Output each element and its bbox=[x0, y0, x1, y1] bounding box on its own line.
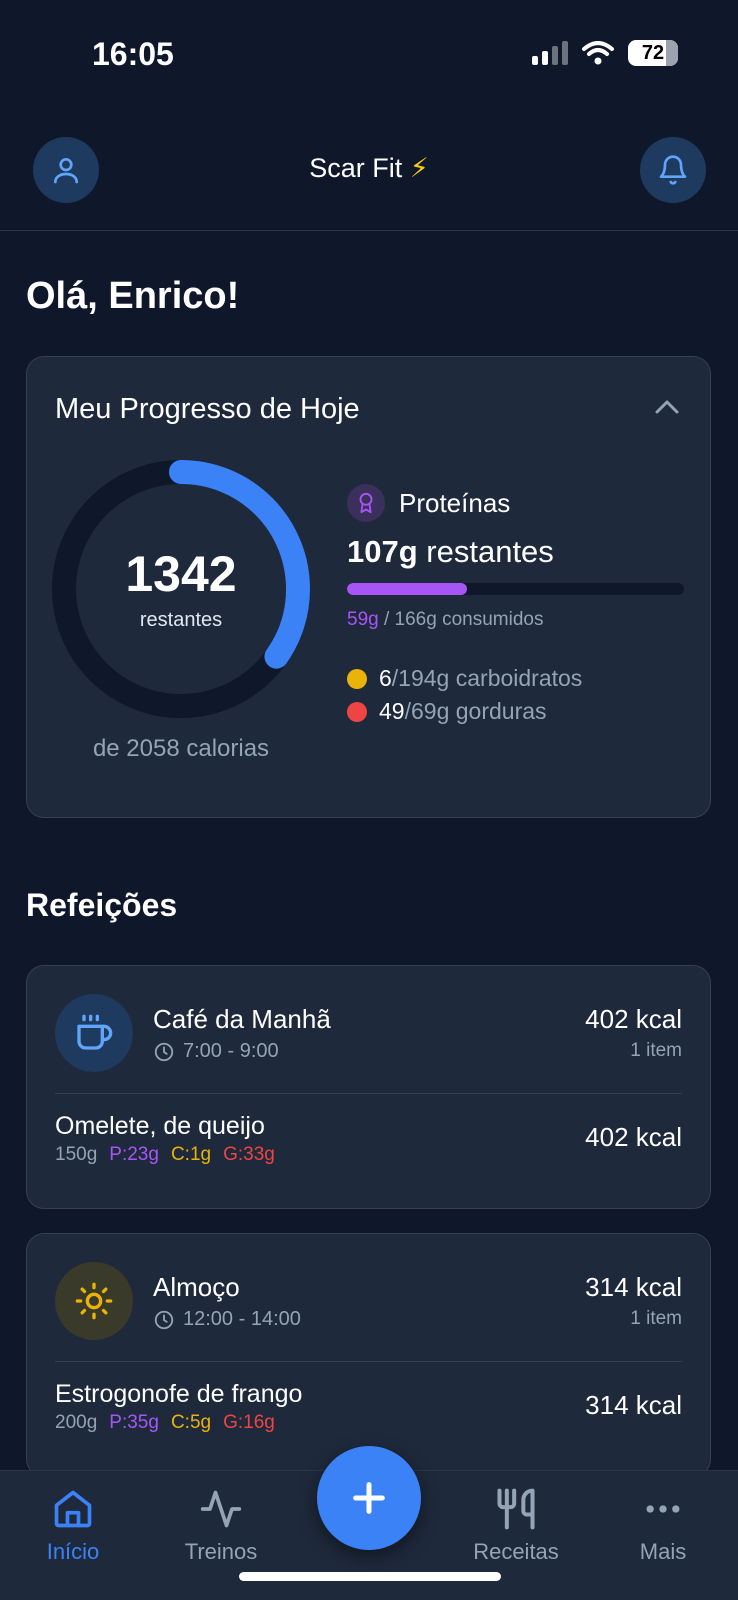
greeting: Olá, Enrico! bbox=[26, 275, 240, 317]
calorie-ring: 1342 restantes bbox=[49, 457, 313, 721]
meal-card-lunch[interactable]: Almoço 12:00 - 14:00 314 kcal 1 item Est… bbox=[26, 1233, 711, 1477]
nav-item-treinos[interactable]: Treinos bbox=[161, 1487, 281, 1565]
food-kcal: 402 kcal bbox=[585, 1122, 682, 1152]
divider bbox=[55, 1093, 682, 1094]
meal-card-breakfast[interactable]: Café da Manhã 7:00 - 9:00 402 kcal 1 ite… bbox=[26, 965, 711, 1209]
clock-icon bbox=[154, 1310, 174, 1329]
signal-icon bbox=[532, 41, 568, 65]
coffee-icon bbox=[55, 994, 133, 1072]
meal-name: Almoço bbox=[153, 1272, 240, 1302]
nav-item-mais[interactable]: Mais bbox=[603, 1487, 723, 1565]
fats-dot bbox=[347, 701, 367, 722]
carbs-row: 6/194g carboidratos bbox=[347, 665, 582, 692]
meal-time: 7:00 - 9:00 bbox=[153, 1040, 279, 1063]
notifications-button[interactable] bbox=[640, 137, 706, 203]
meal-kcal: 402 kcal bbox=[585, 1004, 682, 1034]
plus-icon bbox=[353, 1482, 385, 1514]
nav-item-receitas[interactable]: Receitas bbox=[456, 1487, 576, 1565]
status-icons: 72 bbox=[532, 40, 678, 66]
food-name[interactable]: Omelete, de queijo bbox=[55, 1112, 265, 1141]
progress-card: Meu Progresso de Hoje 1342 restantes de … bbox=[26, 356, 711, 818]
sun-icon bbox=[55, 1262, 133, 1340]
bell-icon bbox=[659, 155, 687, 185]
home-indicator[interactable] bbox=[239, 1572, 501, 1581]
protein-label: Proteínas bbox=[399, 488, 511, 518]
protein-consumed: 59g / 166g consumidos bbox=[347, 609, 544, 630]
activity-icon bbox=[200, 1490, 242, 1528]
chevron-up-icon[interactable] bbox=[654, 397, 680, 417]
app-title: Scar Fit ⚡ bbox=[309, 153, 429, 183]
protein-remaining: 107g restantes bbox=[347, 534, 554, 569]
add-button[interactable] bbox=[317, 1446, 421, 1550]
status-bar: 16:05 72 bbox=[0, 0, 738, 110]
progress-title: Meu Progresso de Hoje bbox=[55, 393, 360, 425]
food-macros: 200g P:35g C:5g G:16g bbox=[55, 1412, 275, 1433]
clock-icon bbox=[154, 1042, 174, 1061]
battery-icon: 72 bbox=[628, 40, 678, 66]
meal-items-count: 1 item bbox=[630, 1040, 682, 1061]
calories-total: de 2058 calorias bbox=[92, 735, 270, 762]
nav-item-inicio[interactable]: Início bbox=[13, 1487, 133, 1565]
meal-kcal: 314 kcal bbox=[585, 1272, 682, 1302]
utensils-icon bbox=[497, 1488, 535, 1530]
food-name[interactable]: Estrogonofe de frango bbox=[55, 1380, 302, 1409]
home-icon bbox=[54, 1490, 92, 1528]
calories-remaining: 1342 bbox=[125, 546, 237, 602]
fats-row: 49/69g gorduras bbox=[347, 698, 547, 725]
wifi-icon bbox=[582, 41, 614, 65]
bolt-icon: ⚡ bbox=[409, 153, 429, 183]
food-macros: 150g P:23g C:1g G:33g bbox=[55, 1144, 275, 1165]
protein-progress-bar bbox=[347, 583, 684, 595]
meal-time: 12:00 - 14:00 bbox=[153, 1308, 301, 1331]
meal-name: Café da Manhã bbox=[153, 1004, 331, 1034]
status-time: 16:05 bbox=[92, 36, 174, 72]
protein-progress-fill bbox=[347, 583, 467, 595]
meal-items-count: 1 item bbox=[630, 1308, 682, 1329]
award-icon bbox=[347, 484, 385, 522]
calories-remaining-label: restantes bbox=[139, 609, 223, 631]
more-icon bbox=[646, 1505, 680, 1513]
food-kcal: 314 kcal bbox=[585, 1390, 682, 1420]
meals-title: Refeições bbox=[26, 887, 178, 923]
carbs-dot bbox=[347, 668, 367, 689]
divider bbox=[55, 1361, 682, 1362]
app-header: Scar Fit ⚡ bbox=[0, 135, 738, 231]
